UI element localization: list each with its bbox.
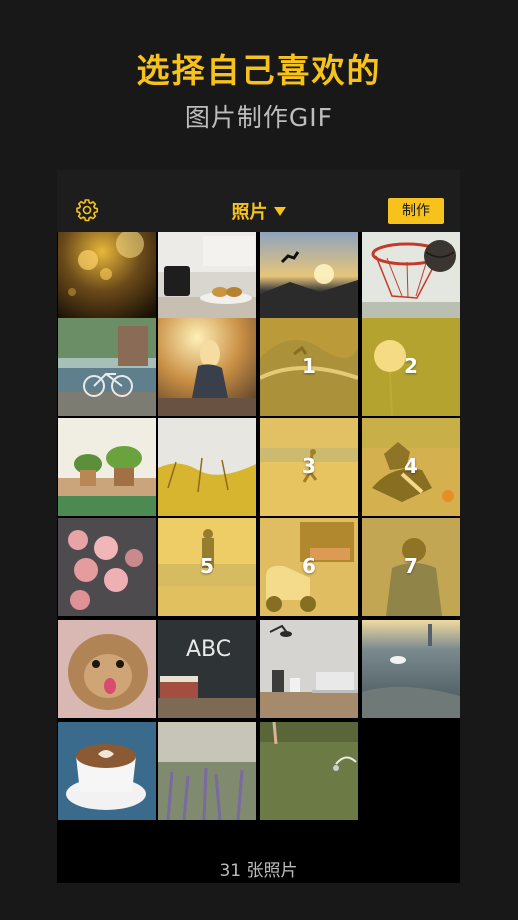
top-bar: 照片 制作 bbox=[57, 170, 460, 232]
photo-coffee bbox=[158, 232, 256, 330]
photo-cell[interactable]: 3 bbox=[260, 418, 358, 516]
photo-cell[interactable]: 6 bbox=[260, 518, 358, 616]
photo-cell[interactable] bbox=[260, 232, 358, 330]
photo-cell[interactable]: 4 bbox=[362, 418, 460, 516]
photo-cell[interactable]: 1 bbox=[260, 318, 358, 416]
photo-swans bbox=[362, 620, 460, 718]
photo-count: 31 张照片 bbox=[219, 861, 298, 881]
photo-cell[interactable]: 2 bbox=[362, 318, 460, 416]
photo-yorkie bbox=[58, 620, 156, 718]
photo-cell[interactable] bbox=[58, 318, 156, 416]
photo-basketball bbox=[362, 232, 460, 330]
photo-chalkboard: ABC bbox=[158, 620, 256, 718]
photo-cell[interactable] bbox=[362, 232, 460, 330]
photo-cell[interactable]: ABC bbox=[158, 620, 256, 718]
photo-sprinkler bbox=[260, 722, 358, 820]
photo-latte bbox=[58, 722, 156, 820]
photo-cell[interactable]: 7 bbox=[362, 518, 460, 616]
photo-cell[interactable] bbox=[58, 722, 156, 820]
photo-cell[interactable] bbox=[362, 620, 460, 718]
photo-bicycle bbox=[58, 318, 156, 416]
selection-number: 6 bbox=[302, 554, 316, 578]
chalkboard-text: ABC bbox=[186, 637, 231, 662]
photo-desk bbox=[260, 620, 358, 718]
selection-number: 3 bbox=[302, 454, 316, 478]
photo-cell[interactable] bbox=[58, 620, 156, 718]
photo-cell[interactable] bbox=[158, 318, 256, 416]
selection-number: 1 bbox=[302, 354, 316, 378]
photo-cell[interactable] bbox=[158, 232, 256, 330]
photo-cell[interactable] bbox=[158, 418, 256, 516]
photo-roses bbox=[58, 518, 156, 616]
photo-girl-sunlight bbox=[158, 318, 256, 416]
photo-lavender bbox=[158, 722, 256, 820]
album-title: 照片 bbox=[231, 202, 268, 223]
photo-cell[interactable] bbox=[260, 620, 358, 718]
gear-icon[interactable] bbox=[75, 198, 99, 222]
photo-cell[interactable] bbox=[58, 518, 156, 616]
promo-page: 选择自己喜欢的 图片制作GIF 照片 制作 1 2 3 4 5 6 7 ABC … bbox=[0, 0, 518, 920]
photo-cell[interactable]: 5 bbox=[158, 518, 256, 616]
photo-cell[interactable] bbox=[158, 722, 256, 820]
subheadline: 图片制作GIF bbox=[184, 103, 334, 132]
triangle-down-icon bbox=[273, 206, 286, 216]
photo-jump-sunset bbox=[260, 232, 358, 330]
make-gif-button[interactable]: 制作 bbox=[388, 198, 444, 224]
photo-bokeh bbox=[58, 232, 156, 330]
photo-cell[interactable] bbox=[58, 232, 156, 330]
photo-herbs bbox=[58, 418, 156, 516]
photo-yellow-bush bbox=[158, 418, 256, 516]
album-title-button[interactable]: 照片 bbox=[232, 202, 286, 223]
selection-number: 5 bbox=[200, 554, 214, 578]
selection-number: 7 bbox=[404, 554, 418, 578]
phone-screen: 照片 制作 1 2 3 4 5 6 7 ABC 31 张照片 bbox=[57, 170, 460, 883]
photo-cell[interactable] bbox=[58, 418, 156, 516]
selection-number: 4 bbox=[404, 454, 418, 478]
photo-cell[interactable] bbox=[260, 722, 358, 820]
headline: 选择自己喜欢的 bbox=[136, 51, 382, 90]
selection-number: 2 bbox=[404, 354, 418, 378]
